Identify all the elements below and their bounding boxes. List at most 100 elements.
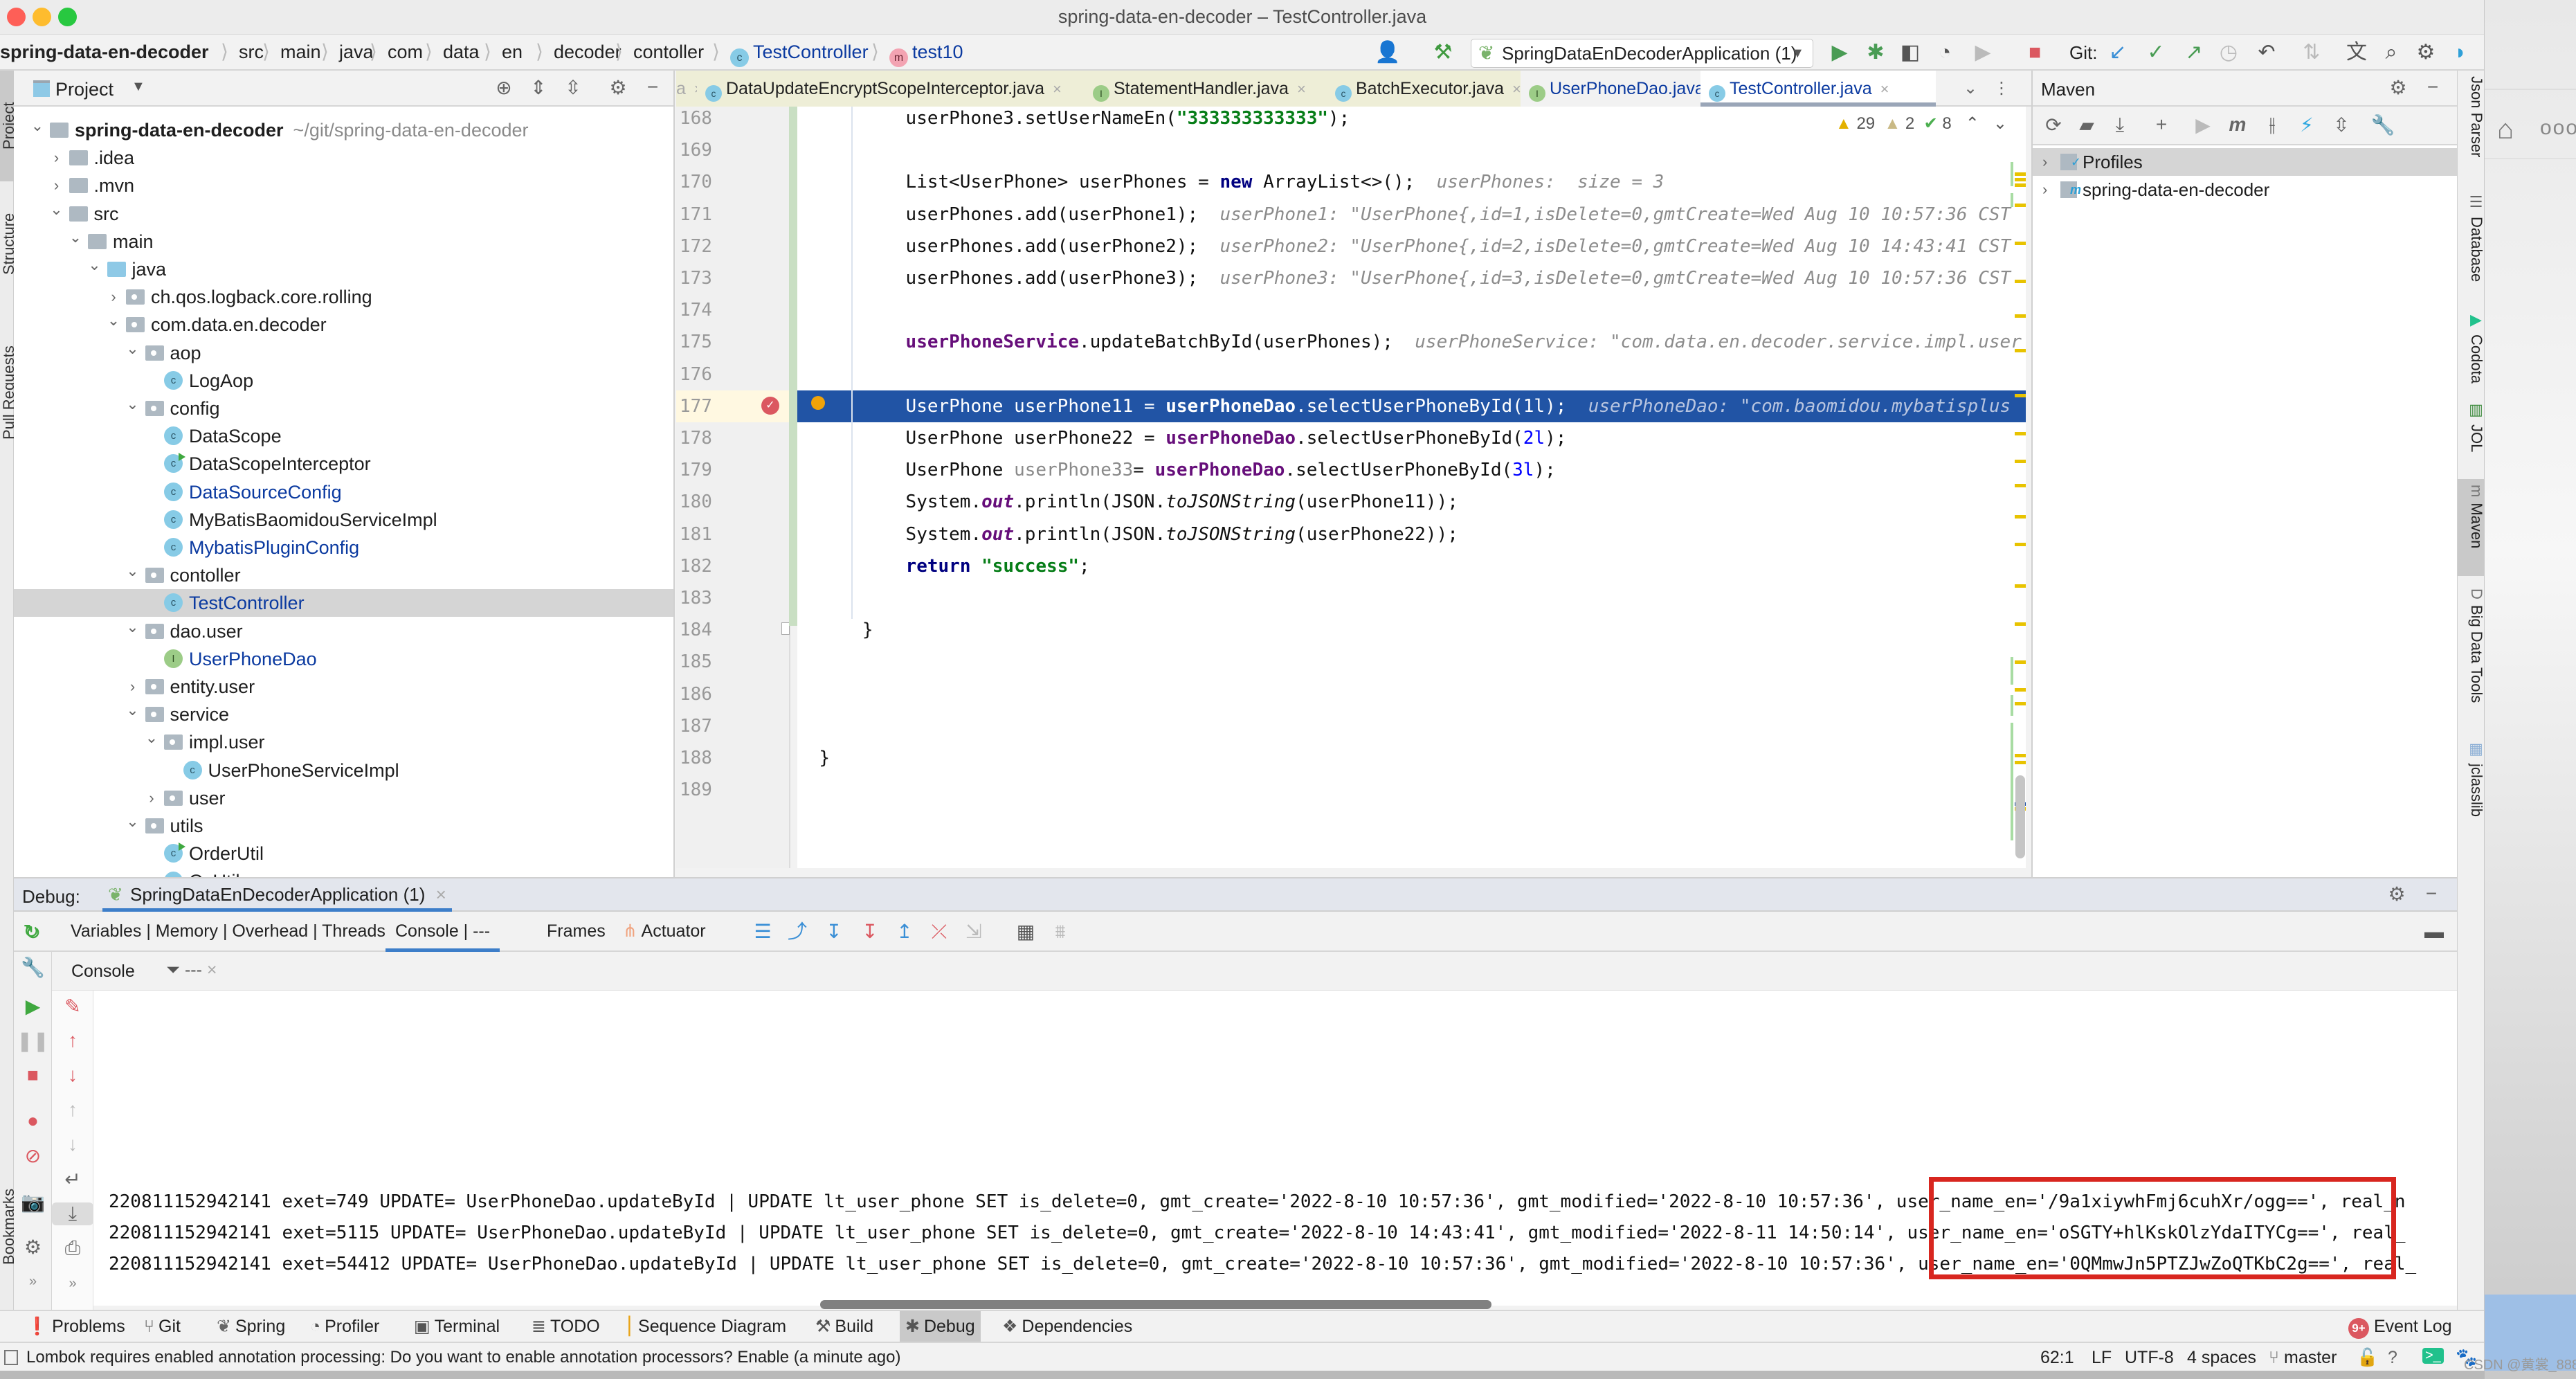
mute-breakpoints-icon[interactable]: ⊘ [14,1144,52,1167]
chevron-down-icon[interactable]: ⌄ [105,307,122,334]
tree-item[interactable]: ⌄ dao.user [14,618,673,645]
debug-session-tab[interactable]: ❦ SpringDataEnDecoderApplication (1) × [102,878,452,912]
hide-panel-icon[interactable]: − [2419,883,2444,905]
tree-item[interactable]: c UserPhoneServiceImpl [14,757,673,784]
caret-position[interactable]: 62:1 [2040,1348,2074,1368]
editor-tab[interactable]: c DataUpdateEncryptScopeInterceptor.java × [697,71,1085,107]
tree-item[interactable]: ⌄ java [14,255,673,283]
step-over-icon[interactable]: ↧ [822,920,846,944]
collapse-all-icon[interactable]: ⇳ [561,76,586,99]
chevron-down-icon[interactable]: ⌄ [29,112,46,140]
execute-goal-icon[interactable]: m [2225,114,2250,136]
project-view-selector[interactable]: Project [55,79,114,100]
close-icon[interactable]: × [207,960,217,980]
notification-icon[interactable] [4,1350,18,1365]
console-tab[interactable]: Console [71,962,135,982]
settings-gear-icon[interactable]: ⚙ [606,76,631,99]
rerun-icon[interactable]: ↻ [14,921,52,944]
git-push-icon[interactable]: ↗ [2180,39,2208,66]
tool-tab-terminal[interactable]: ▣ Terminal [408,1311,505,1342]
git-update-icon[interactable]: ↙ [2104,39,2132,66]
tree-item[interactable]: › user [14,784,673,812]
git-commit-icon[interactable]: ✓ [2142,39,2170,66]
chevron-down-icon[interactable]: ⌄ [125,335,141,363]
line-separator[interactable]: LF [2092,1348,2112,1368]
codota-icon[interactable]: >_ [2422,1348,2444,1364]
status-message[interactable]: Lombok requires enabled annotation proce… [26,1348,900,1367]
tree-item[interactable]: c DataScope [14,422,673,450]
chevron-down-icon[interactable]: ⌄ [48,196,65,224]
camera-icon[interactable]: 📷 [14,1191,52,1214]
tree-item[interactable]: c TestController [14,589,673,618]
tool-tab-database[interactable]: ☰Database [2458,188,2484,299]
drop-frame-icon[interactable]: ⤫ [927,920,951,944]
error-stripe[interactable] [2011,107,2026,868]
stop-icon[interactable]: ■ [14,1064,52,1086]
coverage-icon[interactable]: ◧ [1896,39,1924,66]
step-into-icon[interactable]: ↧ [858,920,882,944]
resume-icon[interactable]: ▶ [14,995,52,1018]
git-branch[interactable]: master [2284,1348,2337,1368]
event-log-tab[interactable]: 9+ Event Log [2343,1311,2458,1342]
tool-tab-project[interactable]: Project [0,71,17,181]
tool-tab-spring[interactable]: ❦ Spring [211,1311,291,1342]
code-with-me-icon[interactable]: ◗ [2447,39,2474,66]
editor-scrollbar[interactable] [2015,775,2025,858]
soft-wrap-icon[interactable]: ↵ [52,1168,93,1191]
tool-tab-pull-requests[interactable]: Pull Requests [0,313,17,472]
settings-gear-icon[interactable]: ⚙ [2386,76,2411,99]
file-encoding[interactable]: UTF-8 [2125,1348,2174,1368]
tree-item[interactable]: › .idea [14,144,673,172]
chevron-down-icon[interactable]: ⌄ [1957,75,1984,102]
debug-tab[interactable]: ⋔ Actuator [623,912,706,952]
breadcrumb-item[interactable]: en [502,42,523,63]
chevron-down-icon[interactable]: ⌄ [67,224,84,251]
previous-occurrence-icon[interactable]: ↑ [52,1099,93,1121]
tree-item[interactable]: ⌄ contoller [14,561,673,589]
breadcrumb-item[interactable]: src [239,42,264,63]
stop-icon[interactable]: ■ [2021,39,2049,66]
tree-item[interactable]: c OrderUtil [14,840,673,867]
breadcrumb-item[interactable]: main [280,42,321,63]
down-stack-icon[interactable]: ↓ [52,1064,93,1086]
tree-item[interactable]: ⌄ spring-data-en-decoder ~/git/spring-data… [14,116,673,144]
more-tabs-icon[interactable]: ⋮ [1988,75,2015,102]
tree-item[interactable]: c LogAop [14,367,673,395]
close-tab-icon[interactable]: × [1297,80,1306,98]
tree-item[interactable]: ⌄ src [14,200,673,228]
user-icon[interactable]: 👤 [1374,39,1402,66]
build-hammer-icon[interactable]: ⚒ [1429,39,1457,66]
tool-tab-json-parser[interactable]: Json Parser [2458,71,2484,181]
tool-tab-structure[interactable]: Structure [0,188,17,299]
next-highlight-icon[interactable]: ⌄ [1993,114,2007,133]
tool-tab-jclasslib[interactable]: ▦jclasslib [2458,735,2484,825]
tool-tab-jol[interactable]: ▥JOL [2458,396,2484,472]
scroll-to-end-icon[interactable]: ⤓ [52,1202,93,1225]
print-icon[interactable]: ⎙ [52,1237,93,1260]
hide-panel-icon[interactable]: − [2420,76,2445,98]
settings-gear-icon[interactable]: ⚙ [2384,883,2409,905]
tree-item[interactable]: ⌄ config [14,395,673,422]
tool-tab-codota[interactable]: ▶Codota [2458,306,2484,389]
add-project-icon[interactable]: + [2149,114,2174,136]
more-icon[interactable]: » [14,1274,52,1290]
translate-icon[interactable]: 文 [2343,39,2370,66]
tree-item[interactable]: c DataSourceConfig [14,478,673,506]
skip-tests-icon[interactable]: ⚡ [2294,114,2319,136]
tool-tab-maven[interactable]: mMaven [2458,479,2484,576]
tree-item[interactable]: cOsUtil [14,867,673,877]
chevron-right-icon[interactable]: › [2042,148,2047,176]
restore-layout-icon[interactable]: ▬ [2422,920,2446,944]
editor-tab[interactable]: a× [676,71,703,107]
debug-tab[interactable]: Frames [547,912,606,952]
maven-tree-item[interactable]: ›spring-data-en-decoder [2033,176,2458,204]
tree-item[interactable]: c MyBatisBaomidouServiceImpl [14,506,673,534]
tool-tab-todo[interactable]: ≣ TODO [526,1311,606,1342]
rerun-icon[interactable]: ▶ [1969,39,1997,66]
breakpoint-icon[interactable]: ✓ [761,396,779,415]
editor-tab[interactable]: I StatementHandler.java × [1085,71,1327,107]
tree-item[interactable]: ⌄ impl.user [14,728,673,756]
tool-tab-debug[interactable]: ✱ Debug [900,1311,981,1342]
run-goal-icon[interactable]: ▶ [2190,114,2215,136]
tool-tab-problems[interactable]: ❗ Problems [21,1311,131,1342]
